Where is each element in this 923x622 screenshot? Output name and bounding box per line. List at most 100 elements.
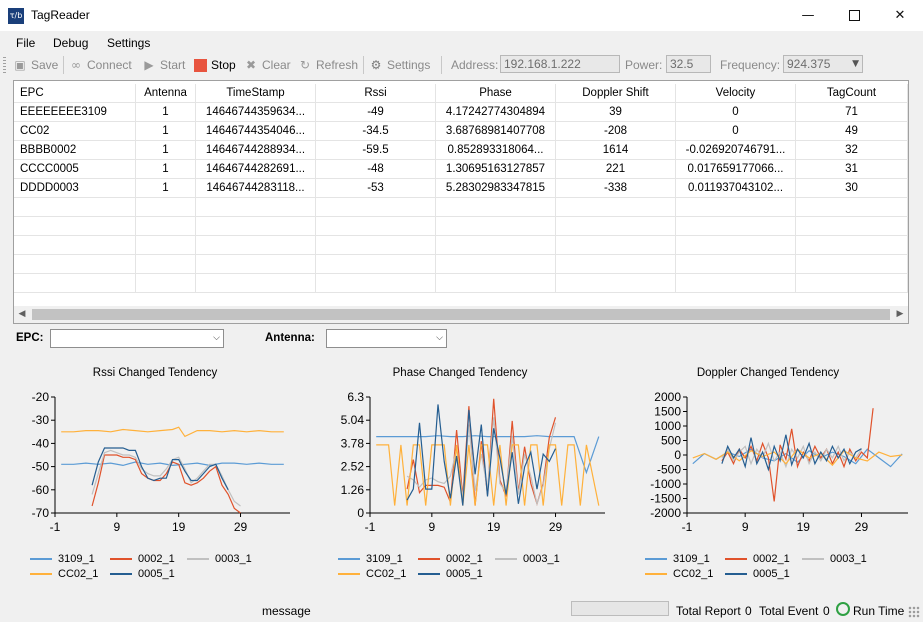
power-field[interactable]: 32.5 — [666, 55, 711, 73]
frequency-select[interactable]: 924.375 ▼ — [783, 55, 863, 73]
table-cell — [796, 198, 908, 217]
app-icon: τ/b — [8, 8, 24, 24]
table-cell: -59.5 — [316, 141, 436, 160]
table-cell — [436, 274, 556, 293]
legend-item: CC02_1 — [338, 568, 406, 580]
table-cell: 39 — [556, 103, 676, 122]
scroll-thumb[interactable] — [32, 309, 890, 320]
maximize-button[interactable] — [831, 0, 877, 31]
column-header[interactable]: Phase — [436, 84, 556, 103]
frequency-label: Frequency: — [720, 58, 781, 72]
menu-settings[interactable]: Settings — [107, 36, 150, 50]
chevron-down-icon: ⌵ — [436, 333, 443, 343]
table-cell: 14646744282691... — [196, 160, 316, 179]
legend-swatch — [418, 573, 440, 575]
legend-item: 0002_1 — [725, 553, 790, 565]
y-tick-label: 1500 — [654, 405, 681, 419]
antenna-filter-select[interactable]: ⌵ — [326, 329, 447, 348]
table-row[interactable]: BBBB0002 1 14646744288934... -59.5 0.8528933… — [14, 141, 908, 160]
legend-swatch — [187, 558, 209, 560]
rssi-chart: -20 -30 -40 -50 -60 -70-1 9 19 29 — [32, 390, 290, 534]
legend-swatch — [30, 573, 52, 575]
y-tick-label: -500 — [657, 463, 681, 477]
legend-item: CC02_1 — [30, 568, 98, 580]
table-cell — [316, 274, 436, 293]
tag-table[interactable]: EPC Antenna TimeStamp Rssi Phase Doppler Shif… — [13, 80, 909, 324]
menu-file[interactable]: File — [16, 36, 35, 50]
column-header[interactable]: EPC — [14, 84, 136, 103]
y-tick-label: -1500 — [650, 492, 681, 506]
legend-label: 0002_1 — [753, 553, 790, 565]
y-tick-label: 500 — [661, 434, 681, 448]
table-cell — [14, 217, 136, 236]
table-cell: 14646744288934... — [196, 141, 316, 160]
table-cell: 3.68768981407708 — [436, 122, 556, 141]
clear-button[interactable]: ✖ Clear — [244, 57, 291, 73]
table-cell — [136, 198, 196, 217]
doppler-chart-title: Doppler Changed Tendency — [696, 367, 840, 379]
start-button[interactable]: ▶ Start — [142, 57, 185, 73]
legend-label: 0002_1 — [138, 553, 175, 565]
table-cell: CC02 — [14, 122, 136, 141]
table-cell — [136, 255, 196, 274]
refresh-button[interactable]: ↻ Refresh — [298, 57, 358, 73]
table-cell — [676, 217, 796, 236]
table-row[interactable]: CCCC0005 1 14646744282691... -48 1.306951631… — [14, 160, 908, 179]
table-cell — [136, 217, 196, 236]
legend-label: 3109_1 — [366, 553, 403, 565]
table-cell: CCCC0005 — [14, 160, 136, 179]
column-header[interactable]: TagCount — [796, 84, 908, 103]
table-cell — [436, 255, 556, 274]
resize-grip-icon[interactable] — [908, 606, 920, 618]
window-title: TagReader — [31, 8, 90, 22]
toolbar: ▣ Save ∞ Connect ▶ Start Stop ✖ Clear ↻ … — [0, 54, 923, 76]
table-row[interactable]: CC02 1 14646744354046... -34.5 3.68768981407… — [14, 122, 908, 141]
horizontal-scrollbar[interactable]: ◀ ▶ — [14, 306, 908, 323]
power-label: Power: — [625, 58, 663, 72]
legend-item: 3109_1 — [30, 553, 95, 565]
table-cell: 221 — [556, 160, 676, 179]
y-tick-label: 0 — [674, 448, 681, 462]
menu-debug[interactable]: Debug — [53, 36, 88, 50]
legend-label: CC02_1 — [366, 568, 407, 580]
minimize-button[interactable]: — — [785, 0, 831, 31]
empty-row — [14, 198, 908, 217]
legend-label: CC02_1 — [58, 568, 99, 580]
epc-filter-select[interactable]: ⌵ — [50, 329, 224, 348]
legend-label: 0003_1 — [830, 553, 867, 565]
table-cell: -0.026920746791... — [676, 141, 796, 160]
table-row[interactable]: EEEEEEEE3109 1 14646744359634... -49 4.17242… — [14, 103, 908, 122]
legend-item: 3109_1 — [338, 553, 403, 565]
total-event-value: 0 — [823, 604, 830, 618]
column-header[interactable]: Doppler Shift — [556, 84, 676, 103]
legend-item: 0003_1 — [495, 553, 560, 565]
connect-button[interactable]: ∞ Connect — [69, 57, 132, 73]
column-header[interactable]: TimeStamp — [196, 84, 316, 103]
scroll-right-icon[interactable]: ▶ — [892, 306, 908, 323]
table-cell — [316, 198, 436, 217]
save-button[interactable]: ▣ Save — [13, 57, 58, 73]
table-row[interactable]: DDDD0003 1 14646744283118... -53 5.283029833… — [14, 179, 908, 198]
table-cell — [436, 217, 556, 236]
close-button[interactable]: ✕ — [877, 0, 923, 31]
stop-button[interactable]: Stop — [193, 57, 236, 73]
antenna-filter-label: Antenna: — [265, 332, 315, 344]
address-field[interactable]: 192.168.1.222 — [500, 55, 620, 73]
link-icon: ∞ — [71, 58, 81, 72]
column-header[interactable]: Velocity — [676, 84, 796, 103]
table-cell — [316, 217, 436, 236]
table-cell — [436, 236, 556, 255]
table-cell: DDDD0003 — [14, 179, 136, 198]
total-report-value: 0 — [745, 604, 752, 618]
settings-button[interactable]: ⚙ Settings — [369, 57, 431, 73]
legend-swatch — [110, 558, 132, 560]
table-cell: 0 — [676, 103, 796, 122]
column-header[interactable]: Antenna — [136, 84, 196, 103]
column-header[interactable]: Rssi — [316, 84, 436, 103]
stop-label: Stop — [211, 58, 236, 72]
play-icon: ▶ — [144, 58, 154, 72]
chevron-down-icon: ⌵ — [213, 333, 220, 343]
scroll-left-icon[interactable]: ◀ — [14, 306, 30, 323]
y-tick-label: -20 — [32, 390, 50, 404]
toolbar-separator — [63, 56, 64, 74]
